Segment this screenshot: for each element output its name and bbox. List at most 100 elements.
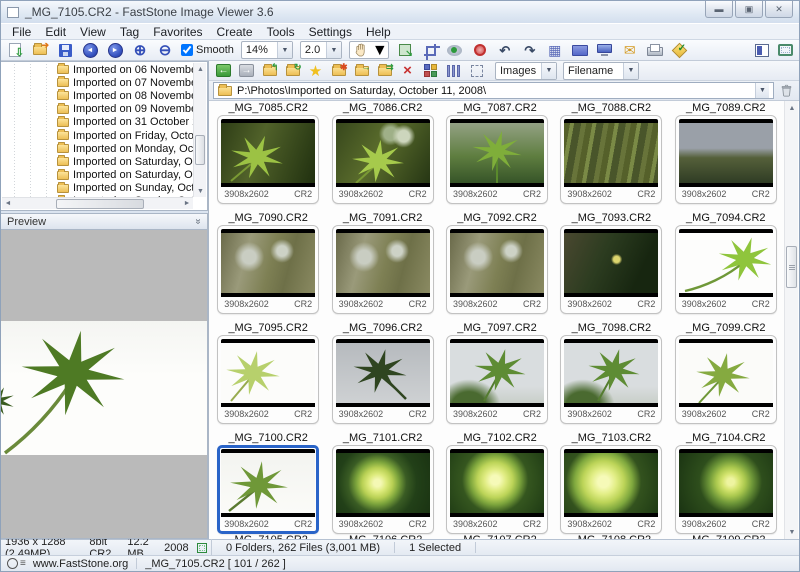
back-icon[interactable]: ← xyxy=(215,63,232,79)
thumbnail-cell[interactable]: _MG_7094.CR2 3908x2602 CR2 xyxy=(669,212,783,314)
thumbnail-card[interactable]: 3908x2602 CR2 xyxy=(332,445,434,534)
red-eye-icon[interactable] xyxy=(471,42,489,59)
thumbnail-cell[interactable]: _MG_7099.CR2 3908x2602 CR2 xyxy=(669,322,783,424)
menu-tag[interactable]: Tag xyxy=(113,24,146,39)
thumbnail-cell[interactable]: _MG_7087.CR2 3908x2602 CR2 xyxy=(440,102,554,204)
previous-image-icon[interactable]: ◄ xyxy=(81,42,99,59)
tree-item[interactable]: Imported on 08 November 2 xyxy=(1,89,193,102)
tree-vertical-scrollbar[interactable]: ▲ ▼ xyxy=(193,63,206,197)
thumbnail-cell[interactable]: _MG_7085.CR2 3908x2602 CR2 xyxy=(211,102,325,204)
thumbnail-card[interactable]: 3908x2602 CR2 xyxy=(675,445,777,534)
thumbnail-card[interactable]: 3908x2602 CR2 xyxy=(332,225,434,314)
slideshow-icon[interactable] xyxy=(571,42,589,59)
tree-item[interactable]: Imported on Saturday, Octo xyxy=(1,155,193,168)
thumbnail-card[interactable]: 3908x2602 CR2 xyxy=(332,335,434,424)
delete-icon[interactable]: × xyxy=(399,63,416,79)
address-dropdown-icon[interactable]: ▼ xyxy=(755,83,769,98)
thumbnail-card[interactable]: 3908x2602 CR2 xyxy=(446,225,548,314)
tree-item[interactable]: Imported on Friday, Octobe xyxy=(1,129,193,142)
minimize-button[interactable]: ▬ xyxy=(705,1,733,18)
scroll-down-icon[interactable]: ▼ xyxy=(194,185,207,197)
browser-toggle-icon[interactable] xyxy=(753,42,771,59)
thumbnail-cell[interactable]: _MG_7090.CR2 3908x2602 CR2 xyxy=(211,212,325,314)
thumbnail-cell[interactable]: _MG_7086.CR2 3908x2602 CR2 xyxy=(325,102,439,204)
sort-icon[interactable] xyxy=(445,63,462,79)
thumbnail-card[interactable]: 3908x2602 CR2 xyxy=(217,445,319,534)
gamma-select[interactable]: 2.0▼ xyxy=(300,41,342,59)
preview-header[interactable]: Preview » xyxy=(1,213,208,230)
zoom-in-icon[interactable]: ⊕ xyxy=(131,42,149,59)
save-icon[interactable] xyxy=(56,42,74,59)
menu-view[interactable]: View xyxy=(73,24,113,39)
favorites-star-icon[interactable]: ★ xyxy=(307,63,324,79)
thumbnail-card[interactable]: 3908x2602 CR2 xyxy=(446,115,548,204)
monitor-icon[interactable] xyxy=(596,42,614,59)
thumbnail-cell[interactable]: _MG_7098.CR2 3908x2602 CR2 xyxy=(554,322,668,424)
thumbnail-card[interactable]: 3908x2602 CR2 xyxy=(560,445,662,534)
thumbnail-cell[interactable]: _MG_7088.CR2 3908x2602 CR2 xyxy=(554,102,668,204)
thumbnail-cell[interactable]: _MG_7100.CR2 3908x2602 CR2 xyxy=(211,432,325,534)
refresh-icon[interactable]: ↻ xyxy=(284,63,301,79)
tree-horizontal-scrollbar[interactable]: ◄ ► xyxy=(2,197,193,209)
file-filter-select[interactable]: Images▼ xyxy=(495,62,557,80)
menu-settings[interactable]: Settings xyxy=(302,24,359,39)
menu-help[interactable]: Help xyxy=(359,24,398,39)
thumbnail-cell[interactable]: _MG_7102.CR2 3908x2602 CR2 xyxy=(440,432,554,534)
folder-tree[interactable]: Imported on 06 November 2Imported on 07 … xyxy=(1,61,208,211)
grid-scroll-up-icon[interactable]: ▲ xyxy=(785,101,799,115)
draw-icon[interactable] xyxy=(446,42,464,59)
new-folder-icon[interactable]: ✱ xyxy=(330,63,347,79)
thumbnail-cell[interactable]: _MG_7095.CR2 3908x2602 CR2 xyxy=(211,322,325,424)
import-icon[interactable] xyxy=(6,42,24,59)
thumbnail-card[interactable]: 3908x2602 CR2 xyxy=(675,225,777,314)
sort-by-select[interactable]: Filename▼ xyxy=(563,62,639,80)
tree-item[interactable]: Imported on Monday, Octob xyxy=(1,142,193,155)
thumbnail-card[interactable]: 3908x2602 CR2 xyxy=(560,115,662,204)
folder-up-icon[interactable]: ↰ xyxy=(261,63,278,79)
grid-scroll-down-icon[interactable]: ▼ xyxy=(785,525,799,539)
scroll-up-icon[interactable]: ▲ xyxy=(194,63,207,75)
tree-item[interactable]: Imported on 06 November 2 xyxy=(1,63,193,76)
address-input[interactable]: P:\Photos\Imported on Saturday, October … xyxy=(213,82,774,99)
trash-icon[interactable] xyxy=(778,83,795,99)
thumbnail-card[interactable]: 3908x2602 CR2 xyxy=(446,445,548,534)
tree-item[interactable]: Imported on 31 October 200 xyxy=(1,116,193,129)
thumbnail-cell[interactable]: _MG_7101.CR2 3908x2602 CR2 xyxy=(325,432,439,534)
undo-icon[interactable]: ↶ xyxy=(496,42,514,59)
thumbnail-card[interactable]: 3908x2602 CR2 xyxy=(217,225,319,314)
menu-tools[interactable]: Tools xyxy=(260,24,302,39)
thumbnail-cell[interactable]: _MG_7096.CR2 3908x2602 CR2 xyxy=(325,322,439,424)
clone-move-icon[interactable]: ↘ xyxy=(396,42,414,59)
copy-to-folder-icon[interactable]: ⇉ xyxy=(376,63,393,79)
compare-icon[interactable]: ▦ xyxy=(546,42,564,59)
email-icon[interactable]: ✉ xyxy=(621,42,639,59)
grid-scroll-thumb[interactable] xyxy=(786,246,797,288)
thumbnail-card[interactable]: 3908x2602 CR2 xyxy=(560,335,662,424)
menu-favorites[interactable]: Favorites xyxy=(146,24,209,39)
menu-file[interactable]: File xyxy=(5,24,38,39)
open-folder-icon[interactable]: ➔ xyxy=(31,42,49,59)
thumbnail-card[interactable]: 3908x2602 CR2 xyxy=(446,335,548,424)
menu-edit[interactable]: Edit xyxy=(38,24,73,39)
print-icon[interactable] xyxy=(646,42,664,59)
tree-item[interactable]: Imported on 07 November 2 xyxy=(1,76,193,89)
site-link[interactable]: www.FastStone.org xyxy=(33,558,128,570)
collapse-chevron-icon[interactable]: » xyxy=(193,219,204,225)
zoom-out-icon[interactable]: ⊖ xyxy=(156,42,174,59)
next-image-icon[interactable]: ► xyxy=(106,42,124,59)
scroll-right-icon[interactable]: ► xyxy=(181,198,193,210)
fullscreen-icon[interactable] xyxy=(776,42,794,59)
tree-item[interactable]: Imported on Sunday, Octob xyxy=(1,182,193,195)
smooth-checkbox-input[interactable] xyxy=(181,44,193,56)
hand-tool-select[interactable]: ▼ xyxy=(349,41,389,59)
thumbnail-cell[interactable]: _MG_7097.CR2 3908x2602 CR2 xyxy=(440,322,554,424)
grid-vertical-scrollbar[interactable]: ▲ ▼ xyxy=(784,101,798,539)
thumbnail-cell[interactable]: _MG_7093.CR2 3908x2602 CR2 xyxy=(554,212,668,314)
thumbnail-cell[interactable]: _MG_7089.CR2 3908x2602 CR2 xyxy=(669,102,783,204)
redo-icon[interactable]: ↷ xyxy=(521,42,539,59)
view-mode-icon[interactable] xyxy=(422,63,439,79)
menu-create[interactable]: Create xyxy=(210,24,260,39)
thumbnail-cell[interactable]: _MG_7091.CR2 3908x2602 CR2 xyxy=(325,212,439,314)
close-button[interactable]: ✕ xyxy=(765,1,793,18)
forward-icon[interactable]: → xyxy=(238,63,255,79)
